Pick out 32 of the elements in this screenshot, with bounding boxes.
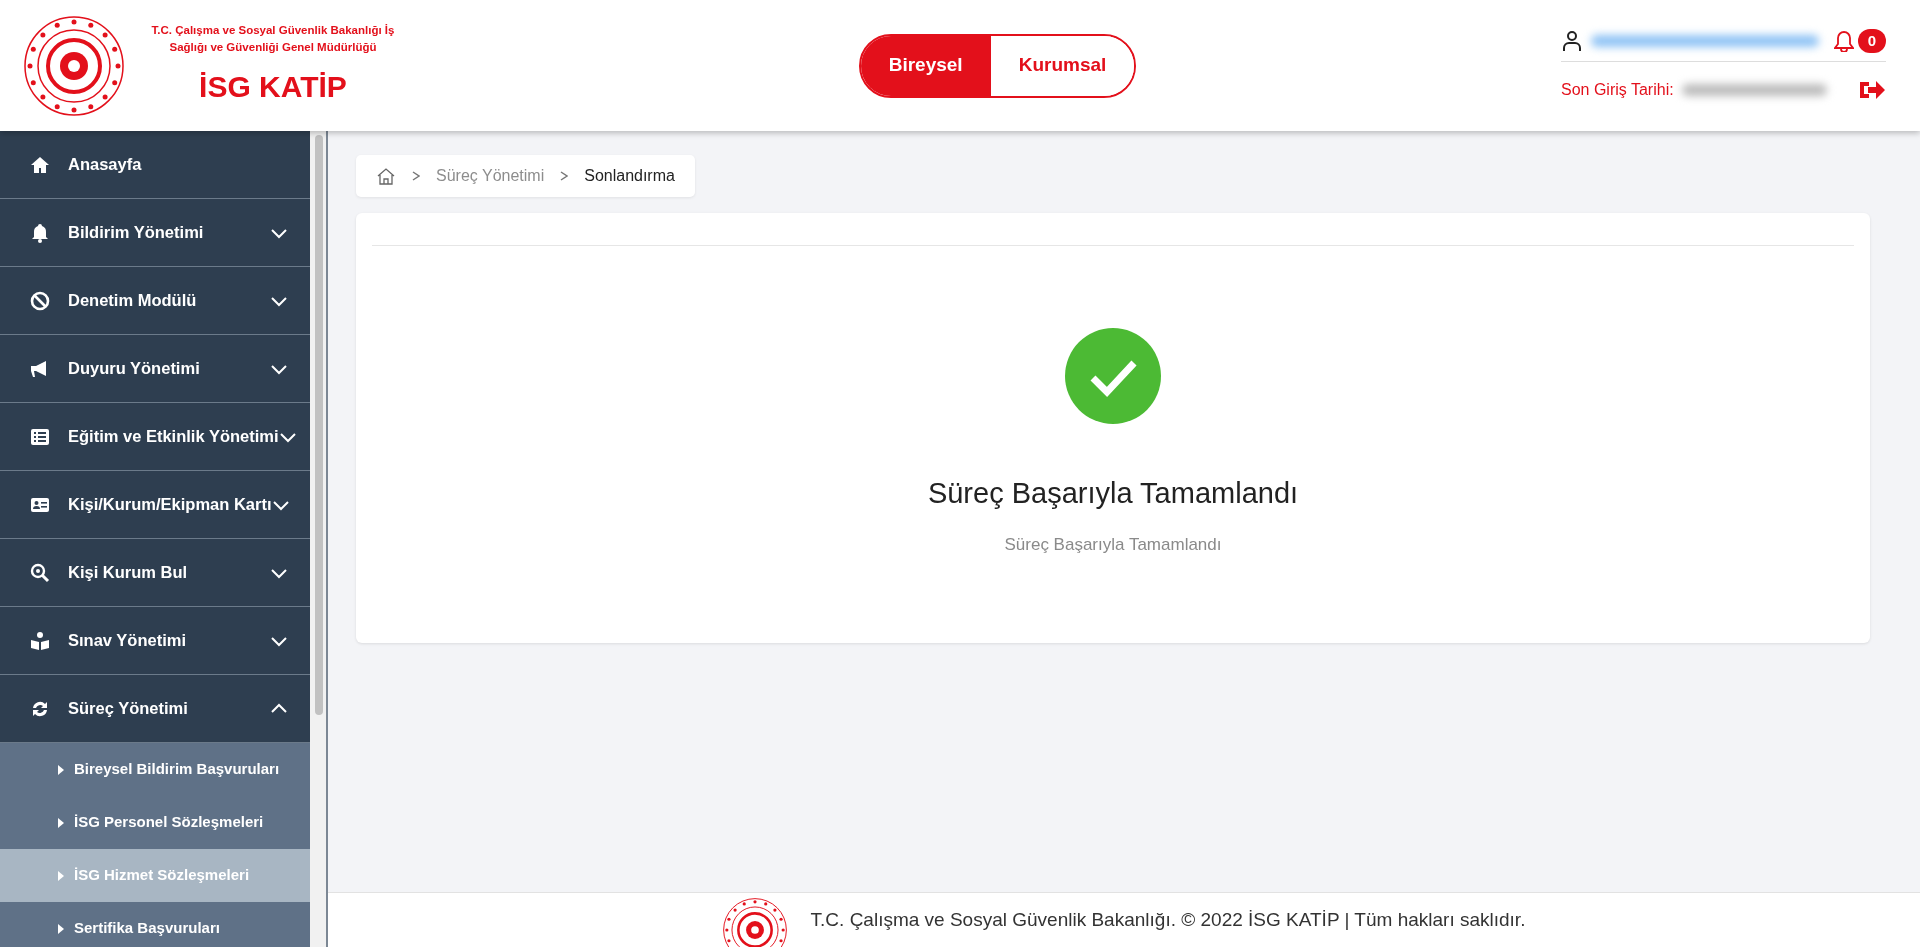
sidebar-subitem[interactable]: Sertifika Başvuruları: [0, 902, 310, 947]
footer-text: T.C. Çalışma ve Sosyal Güvenlik Bakanlığı. © 2022 İSG KATİP | Tüm hakları saklıdır.: [810, 907, 1526, 932]
last-login-label: Son Giriş Tarihi:: [1561, 80, 1674, 101]
chevron-right-icon: [560, 171, 569, 181]
sidebar-subitem[interactable]: İSG Personel Sözleşmeleri: [0, 796, 310, 849]
caret-right-icon: [58, 870, 64, 881]
search-icon: [30, 562, 50, 583]
result-message: Süreç Başarıyla Tamamlandı: [1004, 533, 1222, 556]
bell-icon: [30, 222, 50, 243]
bell-icon[interactable]: [1834, 30, 1854, 52]
home-icon: [30, 154, 50, 175]
user-icon: [1561, 30, 1583, 52]
app-title: İSG KATİP: [199, 69, 347, 106]
mode-tab[interactable]: Bireysel: [860, 35, 991, 96]
breadcrumb-current: Sonlandırma: [584, 166, 675, 186]
chevron-right-icon: [412, 171, 420, 181]
result-title: Süreç Başarıyla Tamamlandı: [927, 476, 1299, 511]
reader-icon: [30, 630, 50, 651]
sidebar-item[interactable]: Kişi/Kurum/Ekipman Kartı: [0, 471, 310, 539]
home-icon[interactable]: [376, 167, 396, 185]
caret-right-icon: [58, 923, 64, 934]
check-circle-icon: [1065, 328, 1161, 424]
ministry-name: T.C. Çalışma ve Sosyal Güvenlik Bakanlığı İş Sağlığı ve Güvenliği Genel Müdürlüğü: [150, 22, 396, 55]
caret-right-icon: [58, 764, 64, 775]
scrollbar-thumb[interactable]: [315, 135, 323, 715]
list-icon: [30, 426, 50, 447]
ministry-seal-icon: [24, 15, 124, 116]
caret-right-icon: [58, 817, 64, 828]
notification-count: 0: [1858, 28, 1886, 54]
prohibited-icon: [30, 290, 50, 311]
sidebar-item[interactable]: Eğitim ve Etkinlik Yönetimi: [0, 403, 310, 471]
sidebar-subitem[interactable]: Bireysel Bildirim Başvuruları: [0, 743, 310, 796]
